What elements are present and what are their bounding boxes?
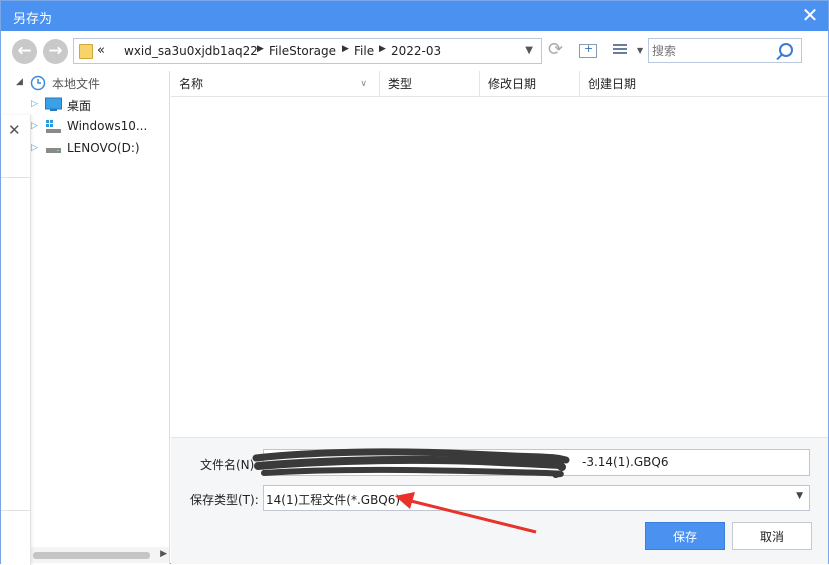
breadcrumb-item[interactable]: File — [354, 44, 374, 58]
divider — [1, 177, 31, 178]
tree-item-desktop[interactable]: ▷ 桌面 — [1, 94, 170, 116]
forward-button[interactable]: → — [43, 39, 68, 64]
tree-item-label: Windows10... — [67, 119, 148, 133]
breadcrumb-item[interactable]: wxid_sa3u0xjdb1aq22 — [124, 44, 258, 58]
tree-item-label: LENOVO(D:) — [67, 141, 140, 155]
tree-item-label: 桌面 — [67, 99, 92, 113]
column-header-created[interactable]: 创建日期 — [580, 71, 828, 97]
filetype-label: 保存类型(T): — [190, 493, 259, 507]
horizontal-scrollbar[interactable]: ▶ — [31, 547, 169, 563]
column-label: 创建日期 — [588, 77, 637, 91]
breadcrumb-item[interactable]: FileStorage — [269, 44, 336, 58]
file-list-header: 名称 ∨ 类型 修改日期 创建日期 — [171, 71, 828, 97]
divider — [1, 510, 31, 511]
chevron-down-icon[interactable]: ∨ — [360, 71, 367, 97]
search-input[interactable] — [649, 39, 774, 62]
tree-item-label: 本地文件 — [52, 77, 101, 91]
filetype-select[interactable]: 14(1)工程文件(*.GBQ6) ▼ — [263, 485, 810, 511]
close-icon[interactable]: ✕ — [8, 121, 21, 139]
breadcrumb-separator-icon[interactable]: ▶ — [342, 44, 349, 54]
redaction-scribble — [252, 448, 570, 478]
expand-arrow-icon[interactable]: ▷ — [31, 143, 38, 153]
address-bar[interactable]: « wxid_sa3u0xjdb1aq22 ▶ FileStorage ▶ Fi… — [73, 38, 542, 64]
column-header-name[interactable]: 名称 ∨ — [171, 71, 380, 97]
view-dropdown-icon[interactable]: ▼ — [637, 46, 643, 55]
drive-icon — [46, 148, 61, 153]
filename-field[interactable]: -3.14(1).GBQ6 — [252, 448, 810, 478]
save-button[interactable]: 保存 — [645, 522, 725, 550]
search-box[interactable] — [648, 38, 802, 63]
filename-value: -3.14(1).GBQ6 — [582, 455, 669, 469]
expanded-arrow-icon[interactable]: ◢ — [16, 77, 23, 87]
expand-arrow-icon[interactable]: ▷ — [31, 99, 38, 109]
side-panel-overlay: ✕ — [1, 115, 31, 565]
refresh-icon[interactable]: ⟳ — [548, 41, 568, 61]
save-as-dialog: 另存为 ✕ ← → « wxid_sa3u0xjdb1aq22 ▶ FileSt… — [0, 0, 829, 565]
file-list[interactable]: 名称 ∨ 类型 修改日期 创建日期 — [171, 71, 828, 437]
chevron-down-icon[interactable]: ▼ — [796, 491, 803, 501]
breadcrumb-separator-icon[interactable]: ▶ — [257, 44, 264, 54]
view-options-icon[interactable] — [613, 42, 629, 58]
column-label: 名称 — [179, 77, 204, 91]
breadcrumb-separator-icon[interactable]: ▶ — [379, 44, 386, 54]
title-bar: 另存为 ✕ — [1, 1, 828, 31]
breadcrumb-overflow[interactable]: « — [97, 43, 105, 58]
new-folder-icon[interactable]: + — [579, 42, 597, 58]
tree-item-local-files[interactable]: ◢ 本地文件 — [1, 72, 170, 94]
column-label: 修改日期 — [488, 77, 537, 91]
back-button[interactable]: ← — [12, 39, 37, 64]
column-label: 类型 — [388, 77, 413, 91]
toolbar: ← → « wxid_sa3u0xjdb1aq22 ▶ FileStorage … — [1, 31, 828, 71]
cancel-button[interactable]: 取消 — [732, 522, 812, 550]
filetype-value: 14(1)工程文件(*.GBQ6) — [266, 493, 401, 507]
scrollbar-thumb[interactable] — [33, 552, 150, 559]
desktop-icon — [45, 97, 62, 111]
expand-arrow-icon[interactable]: ▷ — [31, 121, 38, 131]
save-form: 文件名(N): -3.14(1).GBQ6 保存类型(T): 14(1)工程文件… — [171, 437, 828, 564]
column-header-modified[interactable]: 修改日期 — [480, 71, 580, 97]
scroll-right-icon[interactable]: ▶ — [160, 549, 167, 559]
dialog-title: 另存为 — [13, 12, 53, 27]
folder-icon — [79, 44, 93, 59]
column-header-type[interactable]: 类型 — [380, 71, 480, 97]
clock-icon — [30, 75, 46, 91]
close-icon[interactable]: ✕ — [798, 4, 822, 28]
search-icon[interactable] — [779, 43, 793, 57]
breadcrumb-item[interactable]: 2022-03 — [391, 44, 441, 58]
windows-drive-icon — [46, 120, 61, 133]
chevron-down-icon[interactable]: ▼ — [525, 45, 533, 56]
